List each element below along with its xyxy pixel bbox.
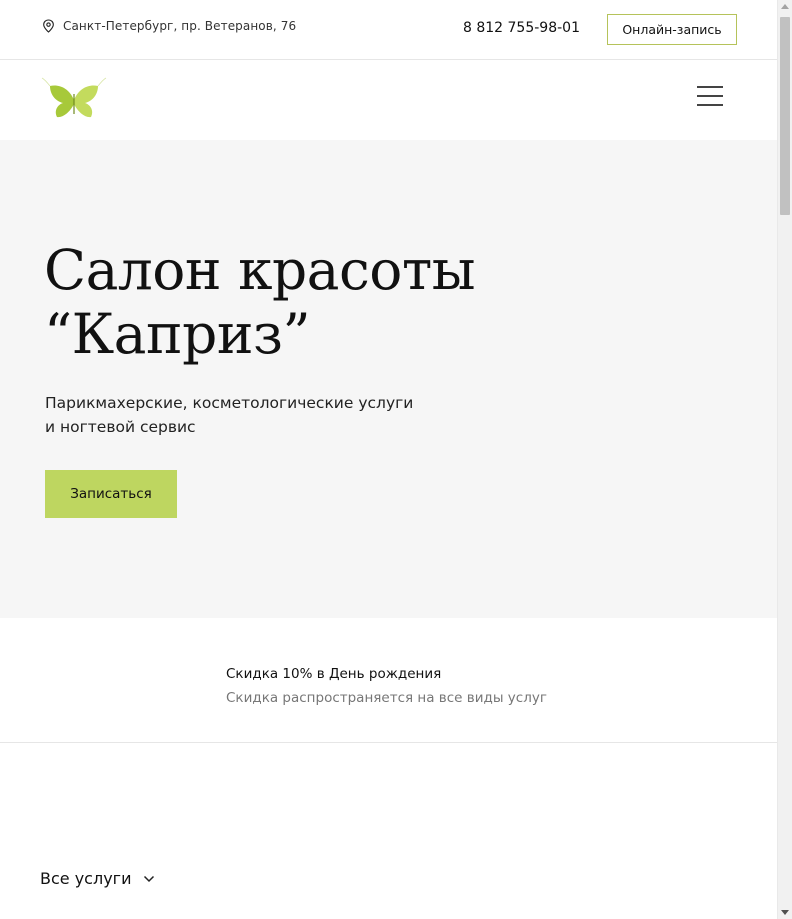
nav-bar	[0, 60, 777, 140]
promo-description: Скидка распространяется на все виды услу…	[226, 690, 547, 706]
butterfly-logo[interactable]	[41, 74, 107, 126]
online-booking-button[interactable]: Онлайн-запись	[607, 14, 737, 45]
hero-title: Салон красоты “Каприз”	[44, 238, 544, 366]
page: Санкт-Петербург, пр. Ветеранов, 76 8 812…	[0, 0, 777, 919]
chevron-down-icon	[144, 875, 155, 882]
birthday-promo: Скидка 10% в День рождения Скидка распро…	[0, 618, 777, 743]
all-services-dropdown[interactable]: Все услуги	[40, 869, 155, 888]
page-scrollbar[interactable]	[777, 0, 792, 919]
map-pin-icon	[43, 19, 54, 33]
hamburger-menu-icon[interactable]	[697, 86, 723, 108]
hero-title-line-1: Салон красоты	[44, 238, 476, 302]
scrollbar-thumb[interactable]	[780, 17, 790, 215]
book-now-button[interactable]: Записаться	[45, 470, 177, 518]
hero-subtitle: Парикмахерские, косметологические услуги…	[45, 391, 465, 439]
promo-title: Скидка 10% в День рождения	[226, 666, 442, 682]
address-text: Санкт-Петербург, пр. Ветеранов, 76	[63, 19, 297, 33]
scroll-up-arrow-icon[interactable]	[781, 4, 789, 9]
top-bar: Санкт-Петербург, пр. Ветеранов, 76 8 812…	[0, 0, 777, 60]
scroll-down-arrow-icon[interactable]	[781, 910, 789, 915]
hero-title-line-2: “Каприз”	[44, 302, 311, 366]
all-services-label: Все услуги	[40, 869, 132, 888]
hero-subtitle-line-2: и ногтевой сервис	[45, 418, 196, 436]
hero-section: Салон красоты “Каприз” Парикмахерские, к…	[0, 140, 777, 618]
hero-subtitle-line-1: Парикмахерские, косметологические услуги	[45, 394, 414, 412]
phone-link[interactable]: 8 812 755-98-01	[463, 20, 580, 36]
address: Санкт-Петербург, пр. Ветеранов, 76	[42, 19, 296, 33]
